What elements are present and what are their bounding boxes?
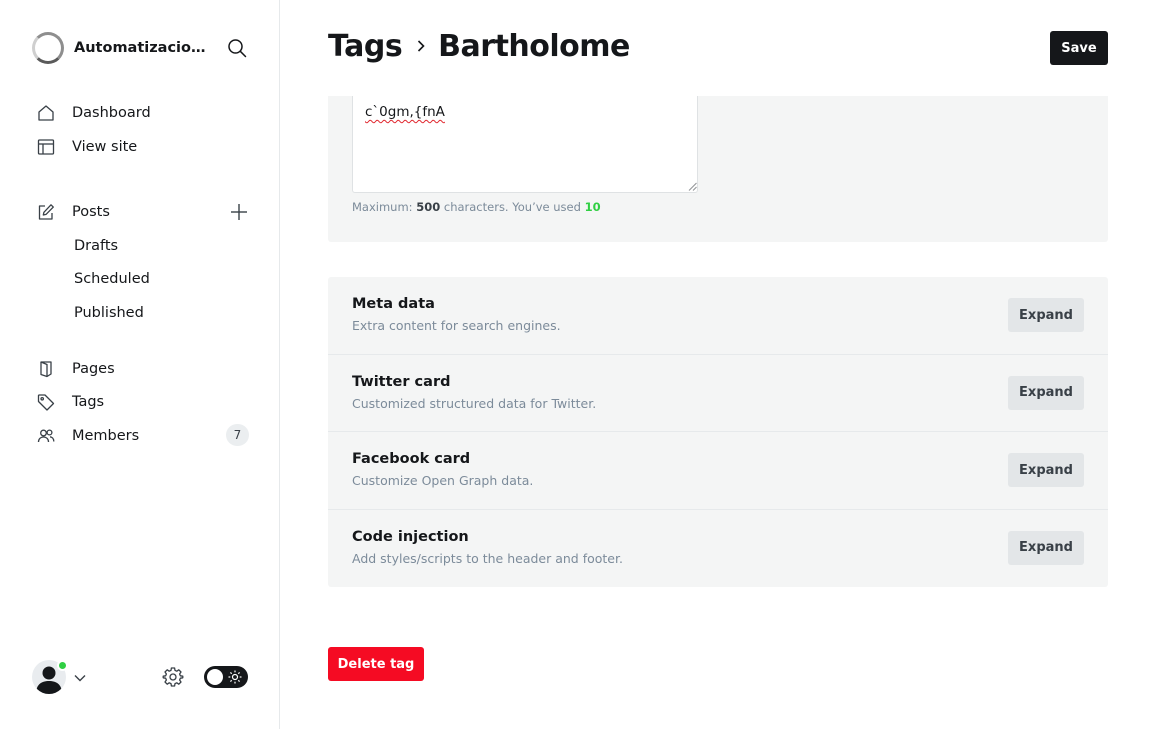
home-icon (36, 103, 56, 123)
sidebar-item-label: Posts (72, 204, 110, 220)
site-brand[interactable]: Automatizacion... (32, 32, 214, 64)
save-button[interactable]: Save (1050, 31, 1108, 65)
twitter-card-row: Twitter card Customized structured data … (328, 355, 1108, 432)
sidebar-item-label: View site (72, 139, 138, 155)
expand-meta-data-button[interactable]: Expand (1008, 298, 1084, 332)
site-name: Automatizacion... (74, 40, 214, 56)
resize-handle-icon[interactable] (688, 182, 697, 191)
hint-middle: characters. You’ve used (443, 200, 581, 214)
toggle-knob (207, 669, 223, 685)
setting-title: Facebook card (352, 451, 471, 467)
setting-description: Customize Open Graph data. (352, 473, 534, 488)
used-characters: 10 (584, 200, 601, 214)
max-characters: 500 (416, 200, 441, 214)
description-section: c`0gm,{fnA Maximum: 500 characters. You’… (328, 96, 1108, 242)
members-count-badge: 7 (226, 424, 249, 446)
sidebar: Automatizacion... Dashboard View site Po… (0, 0, 280, 729)
page-title: Bartholome (438, 28, 630, 64)
sidebar-item-drafts[interactable]: Drafts (74, 235, 118, 257)
edit-icon (36, 202, 56, 222)
sidebar-item-dashboard[interactable]: Dashboard (36, 101, 151, 125)
chevron-right-icon (418, 40, 425, 52)
site-logo (32, 32, 64, 64)
gear-icon (162, 667, 184, 687)
character-count-hint: Maximum: 500 characters. You’ve used 10 (352, 200, 601, 214)
delete-tag-button[interactable]: Delete tag (328, 647, 424, 681)
breadcrumb: Tags Bartholome (328, 24, 630, 68)
sidebar-item-tags[interactable]: Tags (36, 390, 104, 414)
members-icon (36, 426, 56, 446)
tag-settings-group: Meta data Extra content for search engin… (328, 277, 1108, 587)
expand-twitter-card-button[interactable]: Expand (1008, 375, 1084, 410)
sidebar-item-members[interactable]: Members (36, 424, 139, 448)
expand-code-injection-button[interactable]: Expand (1008, 530, 1084, 565)
sidebar-item-label: Dashboard (72, 105, 151, 121)
hint-prefix: Maximum: (352, 200, 413, 214)
plus-icon (231, 204, 247, 220)
setting-title: Code injection (352, 528, 469, 545)
search-icon (228, 39, 247, 58)
sidebar-item-view-site[interactable]: View site (36, 135, 137, 159)
setting-description: Extra content for search engines. (352, 318, 561, 333)
sidebar-item-posts[interactable]: Posts (36, 200, 110, 224)
breadcrumb-parent-link[interactable]: Tags (328, 29, 403, 64)
description-value: c`0gm,{fnA (365, 104, 445, 120)
tag-icon (36, 392, 56, 412)
online-status-indicator (57, 660, 68, 671)
expand-facebook-card-button[interactable]: Expand (1008, 453, 1084, 487)
sidebar-item-label: Tags (72, 394, 105, 410)
sidebar-item-published[interactable]: Published (74, 302, 144, 324)
meta-data-row: Meta data Extra content for search engin… (328, 277, 1108, 355)
sun-icon (228, 670, 242, 684)
description-textarea[interactable]: c`0gm,{fnA (352, 96, 698, 193)
sidebar-item-scheduled[interactable]: Scheduled (74, 268, 150, 290)
sidebar-item-label: Pages (72, 361, 115, 377)
code-injection-row: Code injection Add styles/scripts to the… (328, 510, 1108, 588)
setting-description: Customized structured data for Twitter. (352, 395, 597, 411)
setting-title: Meta data (352, 296, 435, 312)
search-button[interactable] (226, 37, 248, 59)
add-post-button[interactable] (228, 201, 250, 223)
setting-description: Add styles/scripts to the header and foo… (352, 550, 623, 566)
theme-toggle[interactable] (204, 666, 248, 688)
settings-button[interactable] (162, 666, 184, 688)
sidebar-item-pages[interactable]: Pages (36, 357, 115, 381)
layout-icon (36, 137, 56, 157)
sidebar-item-label: Members (72, 428, 140, 444)
page-icon (36, 359, 56, 379)
facebook-card-row: Facebook card Customize Open Graph data.… (328, 432, 1108, 510)
chevron-down-icon[interactable] (73, 670, 87, 684)
setting-title: Twitter card (352, 373, 451, 390)
